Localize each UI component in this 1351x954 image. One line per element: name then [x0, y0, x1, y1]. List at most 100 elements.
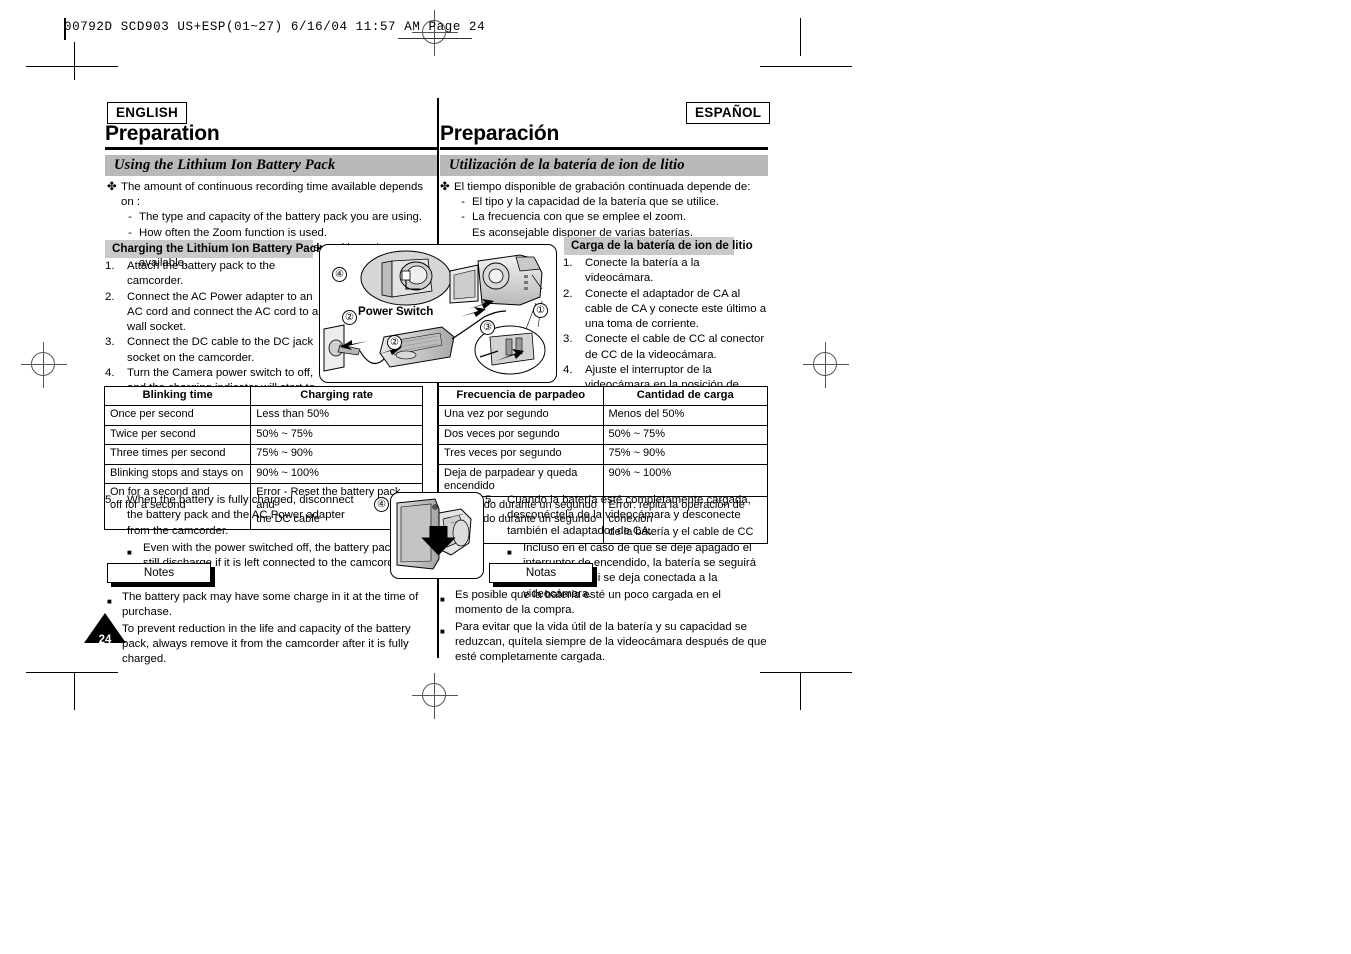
section-heading-english-label: Using the Lithium Ion Battery Pack: [114, 157, 336, 173]
table-header-cell: Charging rate: [250, 385, 423, 407]
table-cell: Blinking stops and stays on: [103, 463, 252, 485]
step-number: 5.: [105, 494, 115, 506]
table-row: Una vez por segundo Menos del 50%: [438, 405, 768, 426]
step-number: 2.: [105, 290, 115, 303]
note-text: To prevent reduction in the life and cap…: [122, 622, 411, 666]
language-tag-spanish: ESPAÑOL: [686, 102, 771, 124]
intro-lead-spanish: El tiempo disponible de grabación contin…: [454, 181, 751, 193]
step5-english: 5. When the battery is fully charged, di…: [105, 493, 415, 571]
section-heading-spanish: Utilización de la batería de ion de liti…: [440, 155, 768, 176]
registration-mark-left: [21, 342, 67, 388]
crop-mark-bottom-right-v: [800, 672, 802, 710]
step-text: Connect the AC Power adapter to an AC co…: [127, 290, 319, 334]
page-number-text: 24: [98, 634, 112, 646]
file-header-text: 00792D SCD903 US+ESP(01~27) 6/16/04 11:5…: [64, 20, 486, 34]
section-heading-spanish-label: Utilización de la batería de ion de liti…: [449, 157, 685, 173]
flower-bullet-icon: ✤: [107, 181, 117, 193]
table-cell: 50% ~ 75%: [250, 424, 423, 446]
step-number: 5.: [485, 494, 495, 506]
table-cell: Three times per second: [103, 444, 252, 465]
square-bullet-icon: ■: [440, 595, 445, 604]
battery-removal-diagram: [396, 498, 472, 570]
intro-item-spanish-1: La frecuencia con que se emplee el zoom.: [472, 211, 687, 224]
step-number: 2.: [563, 287, 573, 300]
charging-heading-english: Charging the Lithium Ion Battery Pack: [105, 240, 323, 258]
callout-1: ①: [533, 303, 548, 318]
callout-4: ④: [332, 267, 347, 282]
crop-mark-top-left-v: [74, 42, 76, 80]
step-text: Connect the DC cable to the DC jack sock…: [127, 336, 314, 364]
step-number: 1.: [563, 257, 573, 269]
table-header-cell: Blinking time: [103, 385, 252, 407]
step-text: Cuando la batería esté completamente car…: [507, 494, 751, 537]
step-number: 1.: [105, 260, 115, 272]
crop-mark-top-left-h: [26, 66, 118, 68]
table-cell: Dos veces por segundo: [438, 424, 604, 446]
manual-page: 00792D SCD903 US+ESP(01~27) 6/16/04 11:5…: [0, 0, 1351, 954]
table-header-row: Frecuencia de parpadeo Cantidad de carga: [438, 385, 768, 407]
notes-list-english: ■ The battery pack may have some charge …: [107, 590, 427, 668]
registration-mark-bottom: [412, 673, 458, 719]
step-text: Attach the battery pack to the camcorder…: [127, 260, 276, 288]
table-cell: Twice per second: [103, 424, 252, 446]
dash-bullet-icon: -: [461, 211, 465, 224]
table-row: Once per second Less than 50%: [103, 405, 423, 426]
table-row: Twice per second 50% ~ 75%: [103, 424, 423, 446]
callout-4-step5: ④: [374, 497, 389, 512]
step-text: Conecte el adaptador de CA al cable de C…: [585, 287, 767, 331]
flower-bullet-icon: ✤: [440, 181, 450, 193]
power-switch-label: Power Switch: [358, 305, 434, 318]
table-row: Dos veces por segundo 50% ~ 75%: [438, 424, 768, 446]
step-number: 3.: [105, 336, 115, 349]
step-text: Conecte el cable de CC al conector de CC…: [585, 333, 765, 361]
camcorder-charging-illustration: ④ ② ② ③ ① Power Switch: [319, 244, 557, 383]
language-tag-english: ENGLISH: [107, 102, 188, 124]
crop-mark-bottom-left-v: [74, 672, 76, 710]
table-header-row: Blinking time Charging rate: [103, 385, 423, 407]
file-header-underline: [398, 38, 472, 40]
table-cell: Una vez por segundo: [438, 405, 604, 426]
step-number: 3.: [563, 333, 573, 346]
crop-mark-top-right-h: [760, 66, 852, 68]
table-row: Blinking stops and stays on 90% ~ 100%: [103, 463, 423, 485]
callout-3: ③: [480, 320, 495, 335]
table-cell: 50% ~ 75%: [602, 424, 768, 446]
section-heading-english: Using the Lithium Ion Battery Pack: [105, 155, 437, 176]
dash-bullet-icon: -: [461, 196, 465, 209]
charging-heading-spanish: Carga de la batería de ion de litio: [564, 237, 753, 255]
notes-box-english: Notes: [107, 563, 211, 583]
table-cell: 90% ~ 100%: [250, 463, 423, 485]
callout-2-outlet: ②: [342, 310, 357, 325]
table-cell: 75% ~ 90%: [250, 444, 423, 465]
step5-spanish: 5. Cuando la batería esté completamente …: [485, 493, 775, 602]
notes-list-spanish: ■ Es posible que la batería esté un poco…: [440, 588, 770, 666]
table-cell: Tres veces por segundo: [438, 444, 604, 465]
step-text: Conecte la batería a la videocámara.: [585, 257, 700, 285]
square-bullet-icon: ■: [440, 626, 445, 636]
callout-2-adapter: ②: [387, 335, 402, 350]
intro-block-spanish: ✤ El tiempo disponible de grabación cont…: [440, 180, 770, 241]
table-cell: 75% ~ 90%: [602, 444, 768, 465]
notes-box-spanish: Notas: [489, 563, 593, 583]
title-rule-spanish: [440, 147, 768, 150]
crop-mark-bottom-right-h: [760, 672, 852, 674]
table-row: Three times per second 75% ~ 90%: [103, 444, 423, 465]
intro-item-english-1: How often the Zoom function is used.: [139, 226, 328, 239]
table-cell: Once per second: [103, 405, 252, 426]
page-title-english: Preparation: [105, 122, 220, 145]
dash-bullet-icon: -: [128, 211, 132, 224]
title-rule-english: [105, 147, 437, 150]
dash-bullet-icon: -: [128, 226, 132, 239]
table-header-cell: Cantidad de carga: [602, 385, 768, 407]
page-title-spanish: Preparación: [440, 122, 560, 145]
table-cell: Menos del 50%: [602, 405, 768, 426]
note-text: The battery pack may have some charge in…: [122, 591, 419, 619]
step-text: When the battery is fully charged, disco…: [127, 494, 354, 537]
table-cell: Less than 50%: [250, 405, 423, 426]
battery-removal-illustration: [390, 492, 484, 579]
table-header-cell: Frecuencia de parpadeo: [438, 385, 604, 407]
registration-mark-right: [803, 342, 849, 388]
crop-mark-bottom-left-h: [26, 672, 118, 674]
intro-item-spanish-0: El tipo y la capacidad de la batería que…: [472, 196, 719, 209]
table-row: Tres veces por segundo 75% ~ 90%: [438, 444, 768, 465]
